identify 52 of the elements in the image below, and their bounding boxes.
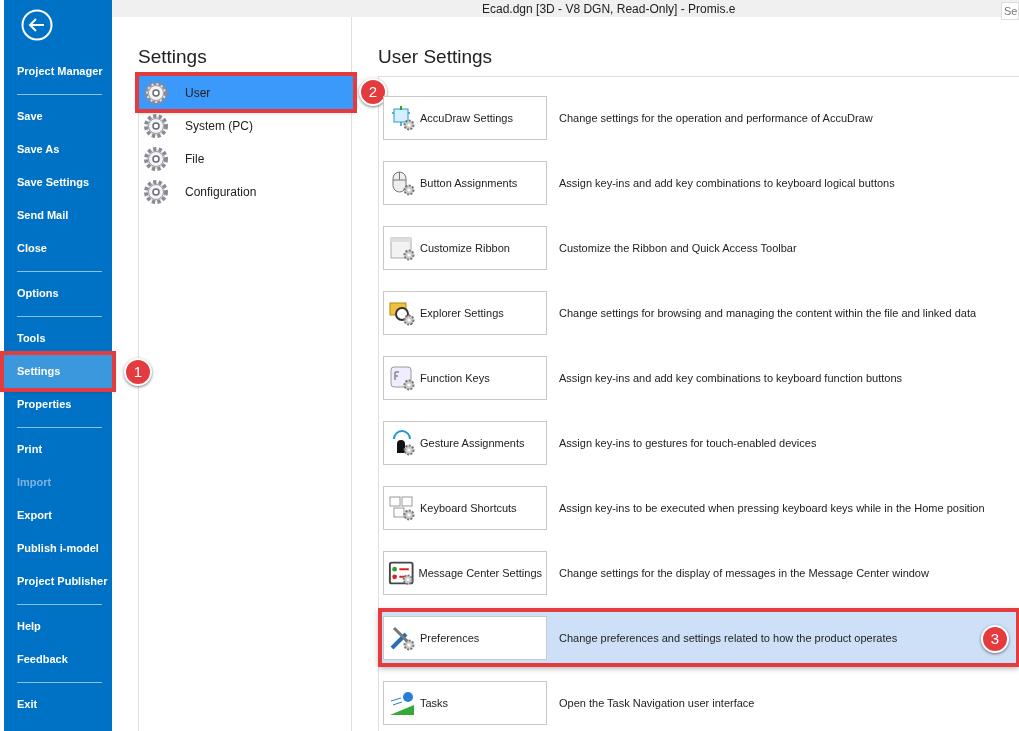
setting-button[interactable]: Preferences	[383, 615, 547, 660]
setting-description: Assign key-ins to be executed when pressing keyboard keys while in the Home position	[559, 501, 985, 514]
gear-icon	[142, 144, 170, 173]
window-title: Ecad.dgn [3D - V8 DGN, Read-Only] - Promis.e	[482, 1, 736, 16]
setting-button[interactable]: Customize Ribbon	[383, 225, 547, 270]
sidebar-menu-item[interactable]: Help	[4, 610, 112, 643]
setting-description: Assign key-ins and add key combinations to keyboard function buttons	[559, 371, 903, 384]
keyboard-gear-icon	[388, 493, 416, 522]
gear-icon	[142, 177, 170, 206]
sidebar-menu-item[interactable]: Project Manager	[4, 55, 112, 88]
sidebar-menu-item[interactable]: Export	[4, 499, 112, 532]
setting-description: Customize the Ribbon and Quick Access Toolbar	[559, 241, 797, 254]
setting-description: Open the Task Navigation user interface	[559, 696, 755, 709]
callout-number: 1	[124, 358, 152, 386]
sidebar-menu-item[interactable]: Project Publisher	[4, 565, 112, 598]
setting-button[interactable]: Gesture Assignments	[383, 420, 547, 465]
setting-button[interactable]: AccuDraw Settings	[383, 95, 547, 140]
gear-icon	[142, 78, 170, 107]
callout-number: 3	[981, 625, 1009, 653]
setting-button[interactable]: Function Keys	[383, 355, 547, 400]
setting-button[interactable]: Keyboard Shortcuts	[383, 485, 547, 530]
user-settings-heading: User Settings	[378, 45, 494, 69]
key-gear-icon	[388, 363, 416, 392]
callout-number: 2	[359, 78, 387, 106]
sidebar-menu-item[interactable]: Save	[4, 100, 112, 133]
sidebar-menu-item[interactable]: Properties	[4, 388, 112, 421]
sidebar-menu-item[interactable]: Print	[4, 433, 112, 466]
sidebar-menu-item[interactable]: Save Settings	[4, 166, 112, 199]
settings-category[interactable]: System (PC)	[139, 109, 353, 142]
setting-description: Change settings for browsing and managing the content within the file and linked data	[559, 306, 977, 319]
sidebar-menu-item[interactable]: Save As	[4, 133, 112, 166]
sidebar-menu-item[interactable]: Feedback	[4, 643, 112, 676]
settings-category[interactable]: Configuration	[139, 175, 353, 208]
setting-button[interactable]: Button Assignments	[383, 160, 547, 205]
setting-description: Change preferences and settings related to how the product operates	[559, 631, 898, 644]
gear-icon	[142, 111, 170, 140]
sidebar-menu-item[interactable]: Publish i-model	[4, 532, 112, 565]
setting-button[interactable]: Explorer Settings	[383, 290, 547, 335]
settings-heading: Settings	[138, 45, 208, 69]
setting-description: Assign key-ins to gestures for touch-enabled devices	[559, 436, 817, 449]
setting-button[interactable]: Tasks	[383, 680, 547, 725]
sidebar-menu-item[interactable]: Close	[4, 232, 112, 265]
sidebar-menu-item[interactable]: Exit	[4, 688, 112, 721]
settings-category[interactable]: File	[139, 142, 353, 175]
setting-description: Change settings for the display of messages in the Message Center window	[559, 566, 929, 579]
sidebar-menu-item[interactable]: Options	[4, 277, 112, 310]
search-field[interactable]: Se	[1001, 2, 1019, 20]
setting-button[interactable]: Message Center Settings	[383, 550, 547, 595]
sidebar-menu-item[interactable]: Send Mail	[4, 199, 112, 232]
sidebar-menu-item[interactable]: Tools	[4, 322, 112, 355]
setting-description: Change settings for the operation and performance of AccuDraw	[559, 111, 873, 124]
setting-description: Assign key-ins and add key combinations to keyboard logical buttons	[559, 176, 895, 189]
